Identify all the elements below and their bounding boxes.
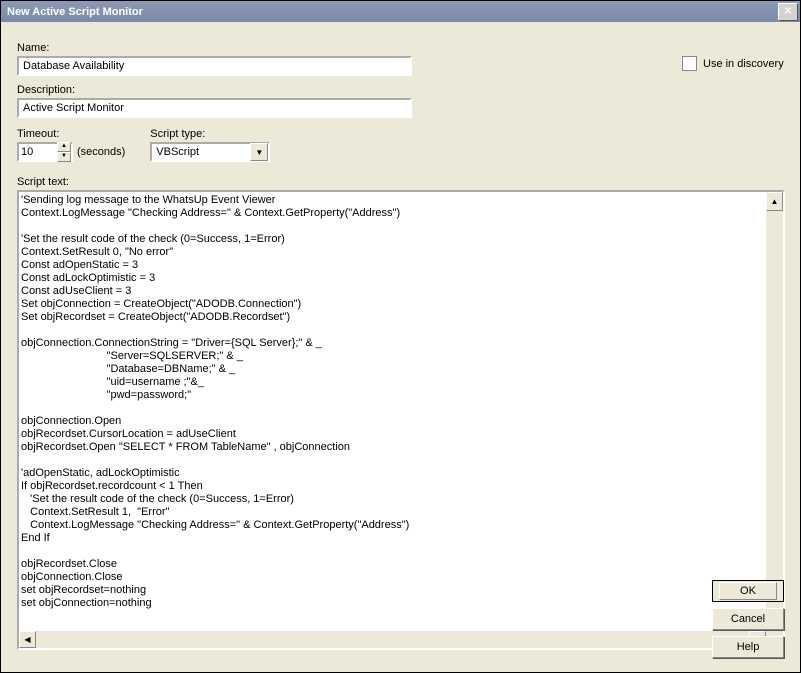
script-text-field[interactable] bbox=[19, 192, 766, 631]
spin-up-icon[interactable]: ▲ bbox=[57, 142, 71, 152]
client-area: Name: Use in discovery Description: Time… bbox=[1, 22, 800, 672]
script-type-label: Script type: bbox=[150, 128, 270, 140]
window-title: New Active Script Monitor bbox=[7, 6, 143, 18]
timeout-input[interactable] bbox=[19, 146, 57, 158]
script-type-value: VBScript bbox=[152, 146, 250, 158]
chevron-down-icon[interactable]: ▼ bbox=[250, 143, 268, 161]
scroll-left-icon[interactable]: ◀ bbox=[19, 631, 36, 648]
dialog-window: New Active Script Monitor ✕ Name: Use in… bbox=[0, 0, 801, 673]
script-type-select[interactable]: VBScript ▼ bbox=[150, 142, 270, 162]
help-button[interactable]: Help bbox=[712, 636, 784, 658]
name-label: Name: bbox=[17, 42, 412, 54]
name-field[interactable] bbox=[17, 56, 412, 76]
scroll-up-icon[interactable]: ▲ bbox=[766, 192, 783, 211]
spin-down-icon[interactable]: ▼ bbox=[57, 152, 71, 162]
timeout-label: Timeout: bbox=[17, 128, 125, 140]
script-text-container: ▲ ▼ ◀ ▶ bbox=[17, 190, 785, 650]
vertical-scrollbar[interactable]: ▲ ▼ bbox=[766, 192, 783, 631]
title-bar: New Active Script Monitor ✕ bbox=[1, 1, 800, 22]
timeout-stepper[interactable]: ▲ ▼ bbox=[17, 142, 73, 162]
horizontal-scrollbar[interactable]: ◀ ▶ bbox=[19, 631, 766, 648]
script-text-label: Script text: bbox=[17, 176, 784, 188]
seconds-label: (seconds) bbox=[77, 146, 125, 158]
description-field[interactable] bbox=[17, 98, 412, 118]
cancel-button[interactable]: Cancel bbox=[712, 608, 784, 630]
description-label: Description: bbox=[17, 84, 784, 96]
close-icon[interactable]: ✕ bbox=[778, 3, 798, 21]
use-in-discovery-checkbox[interactable] bbox=[682, 56, 697, 71]
use-in-discovery-label: Use in discovery bbox=[703, 58, 784, 70]
dialog-buttons: OK Cancel Help bbox=[712, 580, 784, 658]
ok-button[interactable]: OK bbox=[712, 580, 784, 602]
